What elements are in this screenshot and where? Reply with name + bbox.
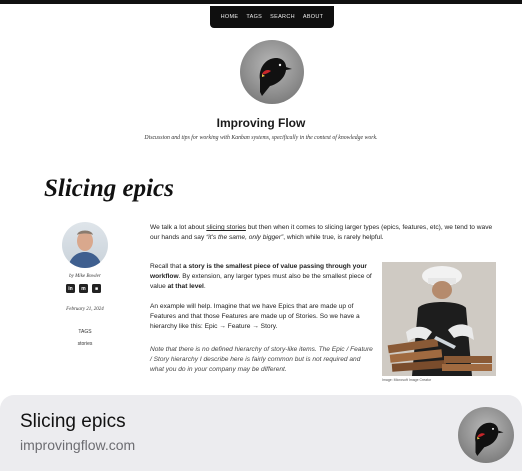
nav-about[interactable]: ABOUT bbox=[303, 14, 323, 20]
nav-tags[interactable]: TAGS bbox=[246, 14, 262, 20]
site-title[interactable]: Improving Flow bbox=[0, 116, 522, 130]
author-avatar bbox=[62, 222, 108, 268]
linkedin-icon[interactable]: in bbox=[66, 284, 75, 293]
nav-home[interactable]: HOME bbox=[221, 14, 239, 20]
author-name: by Mike Bowler bbox=[69, 274, 101, 279]
paragraph-example: An example will help. Imagine that we ha… bbox=[150, 303, 360, 330]
top-nav: HOME TAGS SEARCH ABOUT bbox=[210, 6, 334, 28]
image-caption: Image: Microsoft Image Creator bbox=[382, 378, 432, 382]
nav-search[interactable]: SEARCH bbox=[270, 14, 295, 20]
share-card-title: Slicing epics bbox=[20, 411, 126, 432]
profile-card-icon[interactable]: ■ bbox=[92, 284, 101, 293]
post-date: February 21, 2024 bbox=[66, 307, 104, 312]
share-card-domain: improvingflow.com bbox=[20, 437, 136, 453]
share-card-bird-icon bbox=[458, 407, 514, 463]
author-social-links: in m ■ bbox=[66, 284, 101, 293]
post-title: Slicing epics bbox=[44, 175, 174, 202]
paragraph-note: Note that there is no defined hierarchy … bbox=[150, 346, 373, 373]
share-preview-card[interactable]: Slicing epics improvingflow.com bbox=[0, 395, 522, 471]
mastodon-icon[interactable]: m bbox=[79, 284, 88, 293]
site-logo-bird-icon[interactable] bbox=[240, 40, 304, 104]
tags-label: TAGS bbox=[78, 329, 92, 335]
slicing-stories-link[interactable]: slicing stories bbox=[206, 224, 246, 231]
tag-stories[interactable]: stories bbox=[44, 341, 126, 347]
top-rule bbox=[0, 0, 522, 4]
paragraph-recall: Recall that a story is the smallest piec… bbox=[150, 263, 372, 290]
site-tagline: Discussion and tips for working with Kan… bbox=[144, 135, 378, 141]
paragraph-intro: We talk a lot about slicing stories but … bbox=[150, 224, 493, 241]
article-image-chef-slicing bbox=[382, 262, 496, 376]
